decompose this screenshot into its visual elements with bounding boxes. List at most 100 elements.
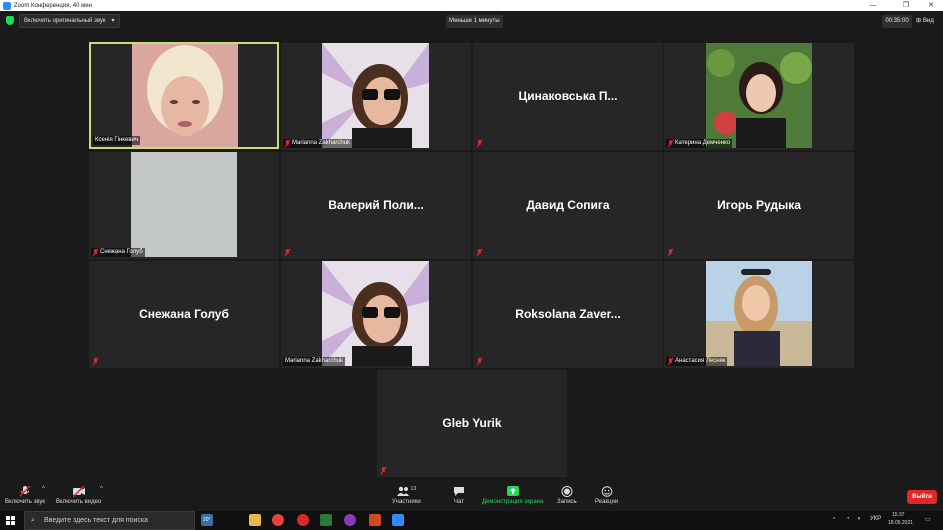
video-tile-1[interactable]: Ксенія Гінкевич xyxy=(89,42,279,149)
mic-muted-icon xyxy=(381,467,386,474)
participant-video xyxy=(322,261,429,366)
mic-muted-icon xyxy=(19,486,31,497)
mic-muted-icon xyxy=(477,140,482,147)
participant-video xyxy=(322,43,429,148)
app-icon[interactable] xyxy=(320,514,332,526)
video-tile-13[interactable]: Gleb Yurik xyxy=(377,370,567,477)
video-tile-10[interactable]: Marianna Zakharchuk xyxy=(281,261,471,368)
video-tile-2[interactable]: Marianna Zakharchuk xyxy=(281,43,471,150)
minimize-icon[interactable]: — xyxy=(863,0,883,11)
volume-icon[interactable]: ◖ xyxy=(857,516,861,522)
chevron-down-icon: ▾ xyxy=(111,18,115,24)
grid-view-icon: ⊞ xyxy=(916,18,922,24)
opera-icon[interactable] xyxy=(297,514,309,526)
window-title: Zoom Конференция, 40 мин xyxy=(14,2,92,9)
view-label: Вид xyxy=(923,18,934,24)
taskbar-date[interactable]: 18.05.2021 xyxy=(888,520,913,526)
video-tile-5[interactable]: Снежана Голуб xyxy=(89,152,279,259)
audio-options-chevron-icon[interactable]: ^ xyxy=(42,486,45,492)
participants-icon-group: 13 xyxy=(396,486,417,499)
participants-button[interactable]: 13 Участники xyxy=(392,486,421,505)
zoom-logo-icon xyxy=(3,1,11,10)
start-video-button[interactable]: Включить видео xyxy=(56,486,101,505)
mic-muted-icon xyxy=(477,358,482,365)
participant-label xyxy=(91,357,100,366)
restore-icon[interactable]: ❐ xyxy=(896,0,916,11)
participant-name: Roksolana Zaver... xyxy=(515,307,621,321)
participant-name: Валерий Поли... xyxy=(328,198,424,212)
chat-bubble-icon xyxy=(454,487,464,496)
zoom-taskbar-icon[interactable] xyxy=(392,514,404,526)
close-icon[interactable]: ✕ xyxy=(921,0,941,11)
weather-icon[interactable]: 20° xyxy=(201,514,213,526)
participant-label: Анастасия Лесняк xyxy=(666,357,728,366)
file-explorer-icon[interactable] xyxy=(249,514,261,526)
share-screen-button[interactable]: Демонстрация экрана xyxy=(482,486,543,505)
video-tile-3[interactable]: Цинаковська П... xyxy=(473,43,663,150)
participant-label xyxy=(283,248,292,257)
mic-muted-icon xyxy=(668,249,673,256)
smiley-icon xyxy=(601,486,612,497)
language-indicator[interactable]: УКР xyxy=(870,516,881,522)
mic-muted-icon xyxy=(93,358,98,365)
record-button[interactable]: Запись xyxy=(557,486,577,505)
reactions-button[interactable]: Реакции xyxy=(595,486,618,505)
video-options-chevron-icon[interactable]: ^ xyxy=(100,486,103,492)
taskbar-time[interactable]: 15:37 xyxy=(892,512,905,518)
wifi-icon[interactable]: ◔ xyxy=(846,516,850,522)
participant-label xyxy=(475,139,484,148)
participant-label xyxy=(475,357,484,366)
video-tile-6[interactable]: Валерий Поли... xyxy=(281,152,471,259)
participants-count: 13 xyxy=(410,486,417,492)
search-icon: ⌕ xyxy=(31,517,35,524)
mic-muted-icon xyxy=(477,249,482,256)
viber-icon[interactable] xyxy=(344,514,356,526)
powerpoint-icon[interactable] xyxy=(369,514,381,526)
participant-label: Marianna Zakharchuk xyxy=(283,139,353,148)
participant-label xyxy=(666,248,675,257)
mic-muted-icon xyxy=(668,358,673,365)
participant-label: Снежана Голуб xyxy=(91,248,145,257)
view-button[interactable]: ⊞ Вид xyxy=(916,15,934,28)
participant-name: Gleb Yurik xyxy=(442,416,502,430)
participant-video xyxy=(131,152,237,257)
unmute-button[interactable]: Включить звук xyxy=(5,486,45,505)
participant-video xyxy=(706,43,812,148)
share-screen-icon xyxy=(506,486,519,496)
mic-muted-icon xyxy=(285,140,290,147)
participant-name: Игорь Рудыка xyxy=(717,198,801,212)
video-tile-7[interactable]: Давид Сопига xyxy=(473,152,663,259)
original-sound-label: Включить оригинальный звук xyxy=(24,18,106,24)
taskbar-search-input[interactable]: ⌕ Введите здесь текст для поиска xyxy=(24,511,195,530)
participants-icon xyxy=(396,486,409,496)
chrome-icon[interactable] xyxy=(272,514,284,526)
participant-video xyxy=(132,44,238,147)
video-tile-9[interactable]: Снежана Голуб xyxy=(89,261,279,368)
video-tile-12[interactable]: Анастасия Лесняк xyxy=(664,261,854,368)
meeting-timer: Меньше 1 минуты xyxy=(446,15,503,28)
camera-off-icon xyxy=(72,486,85,497)
participant-name: Давид Сопига xyxy=(526,198,610,212)
participant-label xyxy=(379,466,388,475)
mic-muted-icon xyxy=(668,140,673,147)
participant-label: Ксенія Гінкевич xyxy=(93,136,140,145)
security-shield-icon[interactable] xyxy=(6,16,14,25)
mic-muted-icon xyxy=(285,249,290,256)
video-tile-8[interactable]: Игорь Рудыка xyxy=(664,152,854,259)
chat-button[interactable]: Чат xyxy=(453,486,465,505)
window-titlebar: Zoom Конференция, 40 мин — ❐ ✕ xyxy=(0,0,943,11)
participant-name: Снежана Голуб xyxy=(139,307,229,321)
participant-video xyxy=(706,261,812,366)
video-tile-11[interactable]: Roksolana Zaver... xyxy=(473,261,663,368)
leave-meeting-button[interactable]: Выйти xyxy=(907,490,937,504)
original-sound-button[interactable]: Включить оригинальный звук ▾ xyxy=(19,14,120,28)
tray-chevron-icon[interactable]: ^ xyxy=(833,517,835,523)
video-tile-4[interactable]: Катерина Демченко xyxy=(664,43,854,150)
record-icon xyxy=(561,486,573,497)
participant-label: Катерина Демченко xyxy=(666,139,733,148)
meeting-clock: 00:35:00 xyxy=(882,15,912,28)
windows-start-icon[interactable] xyxy=(6,516,15,525)
notifications-icon[interactable]: ▭ xyxy=(925,516,931,523)
meeting-toolbar xyxy=(0,483,943,511)
participant-name: Цинаковська П... xyxy=(518,89,618,103)
